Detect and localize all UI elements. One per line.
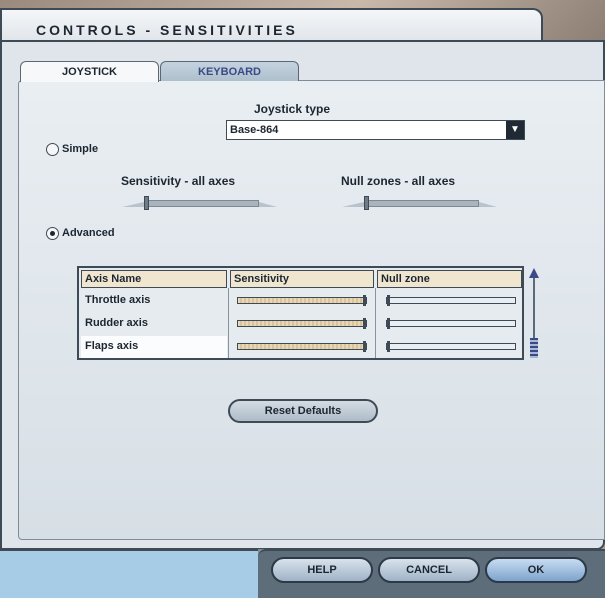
- chevron-down-icon[interactable]: ▼: [506, 121, 524, 139]
- null-zones-all-axes-label: Null zones - all axes: [341, 174, 456, 188]
- flaps-null-zone-slider[interactable]: [386, 341, 516, 352]
- scroll-up-arrow-icon[interactable]: [529, 268, 539, 278]
- reset-defaults-button[interactable]: Reset Defaults: [228, 399, 378, 423]
- joystick-type-label: Joystick type: [254, 102, 331, 116]
- ok-button[interactable]: OK: [485, 557, 587, 583]
- sensitivity-all-axes-label: Sensitivity - all axes: [121, 174, 236, 188]
- row-label-flaps[interactable]: Flaps axis: [85, 340, 138, 352]
- cancel-button[interactable]: CANCEL: [378, 557, 480, 583]
- joystick-type-select[interactable]: Base-864 ▼: [226, 120, 525, 140]
- throttle-sensitivity-slider[interactable]: [237, 295, 367, 306]
- advanced-radio-label[interactable]: Advanced: [62, 227, 115, 239]
- window-title: CONTROLS - SENSITIVITIES: [36, 22, 298, 38]
- axis-sensitivity-table: Axis Name Sensitivity Null zone Throttle…: [77, 266, 524, 360]
- tab-keyboard[interactable]: KEYBOARD: [160, 61, 299, 81]
- rudder-null-zone-slider[interactable]: [386, 318, 516, 329]
- joystick-type-value: Base-864: [230, 124, 279, 136]
- throttle-null-zone-slider[interactable]: [386, 295, 516, 306]
- slider-thumb[interactable]: [364, 196, 369, 210]
- row-label-throttle[interactable]: Throttle axis: [85, 294, 150, 306]
- rudder-sensitivity-slider[interactable]: [237, 318, 367, 329]
- column-header-axis-name: Axis Name: [81, 270, 227, 288]
- row-label-rudder[interactable]: Rudder axis: [85, 317, 148, 329]
- footer-bar: HELP CANCEL OK: [0, 549, 605, 598]
- help-button[interactable]: HELP: [271, 557, 373, 583]
- sensitivity-all-axes-slider[interactable]: [122, 196, 277, 210]
- tab-joystick[interactable]: JOYSTICK: [20, 61, 159, 82]
- table-scrollbar[interactable]: [529, 268, 539, 360]
- advanced-radio[interactable]: [46, 227, 59, 240]
- null-zones-all-axes-slider[interactable]: [342, 196, 497, 210]
- column-header-null-zone: Null zone: [377, 270, 522, 288]
- column-header-sensitivity: Sensitivity: [230, 270, 374, 288]
- title-bar: CONTROLS - SENSITIVITIES: [0, 8, 543, 44]
- scroll-thumb[interactable]: [530, 338, 538, 358]
- simple-radio-label[interactable]: Simple: [62, 143, 98, 155]
- flaps-sensitivity-slider[interactable]: [237, 341, 367, 352]
- simple-radio[interactable]: [46, 143, 59, 156]
- slider-thumb[interactable]: [144, 196, 149, 210]
